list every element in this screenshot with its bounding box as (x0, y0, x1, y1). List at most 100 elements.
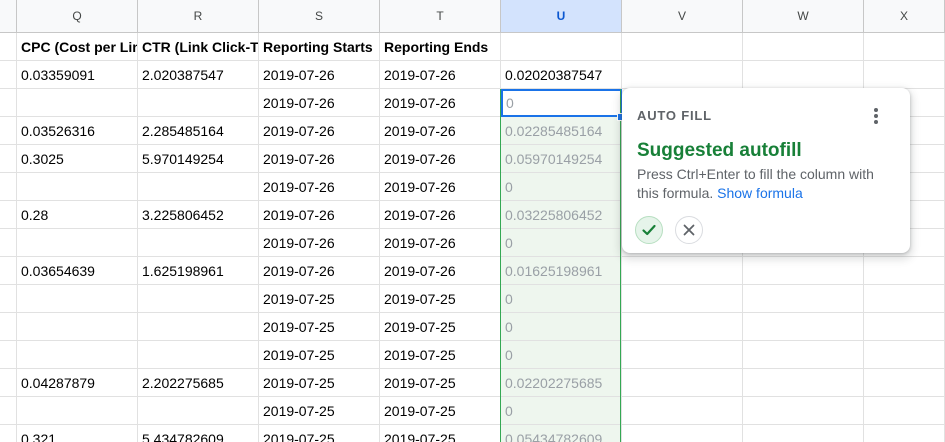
cell-r[interactable] (138, 397, 259, 425)
cell-u[interactable]: 0 (501, 313, 622, 341)
cell-x[interactable] (864, 341, 945, 369)
cell-t[interactable]: 2019-07-26 (380, 173, 501, 201)
row-stub[interactable] (0, 369, 17, 397)
cell-u-header[interactable] (501, 33, 622, 61)
cell-r[interactable] (138, 285, 259, 313)
row-stub[interactable] (0, 145, 17, 173)
cell-w[interactable] (743, 61, 864, 89)
cell-v[interactable] (622, 313, 743, 341)
cell-x[interactable] (864, 61, 945, 89)
cell-x[interactable] (864, 33, 945, 61)
cell-x[interactable] (864, 369, 945, 397)
cell-t[interactable]: 2019-07-26 (380, 61, 501, 89)
column-header-t[interactable]: T (380, 0, 501, 32)
cell-t[interactable]: 2019-07-26 (380, 257, 501, 285)
cell-u[interactable]: 0.05970149254 (501, 145, 622, 173)
cell-q[interactable]: 0.04287879 (17, 369, 138, 397)
cell-r[interactable]: 2.020387547 (138, 61, 259, 89)
cell-s[interactable]: 2019-07-25 (259, 285, 380, 313)
cell-s[interactable]: 2019-07-25 (259, 341, 380, 369)
cell-u[interactable]: 0.05434782609 (501, 425, 622, 442)
column-header-v[interactable]: V (622, 0, 743, 32)
cell-s[interactable]: 2019-07-25 (259, 313, 380, 341)
cell-q[interactable] (17, 397, 138, 425)
cell-u[interactable]: 0 (501, 285, 622, 313)
cell-u[interactable]: 0.03225806452 (501, 201, 622, 229)
cell-r[interactable] (138, 173, 259, 201)
cell-q-header[interactable]: CPC (Cost per Link Click) (17, 33, 138, 61)
row-stub[interactable] (0, 173, 17, 201)
cell-s[interactable]: 2019-07-25 (259, 369, 380, 397)
cell-x[interactable] (864, 397, 945, 425)
cell-v[interactable] (622, 397, 743, 425)
cell-q[interactable] (17, 229, 138, 257)
row-stub[interactable] (0, 285, 17, 313)
cell-w[interactable] (743, 397, 864, 425)
cell-u[interactable]: 0.02020387547 (501, 61, 622, 89)
cell-q[interactable]: 0.03359091 (17, 61, 138, 89)
cell-w[interactable] (743, 33, 864, 61)
cell-q[interactable] (17, 341, 138, 369)
cell-q[interactable] (17, 173, 138, 201)
cell-q[interactable]: 0.03654639 (17, 257, 138, 285)
column-header-x[interactable]: X (864, 0, 945, 32)
column-header-q[interactable]: Q (17, 0, 138, 32)
row-stub[interactable] (0, 257, 17, 285)
cell-s[interactable]: 2019-07-26 (259, 89, 380, 117)
cell-s[interactable]: 2019-07-25 (259, 397, 380, 425)
accept-autofill-button[interactable] (635, 216, 663, 244)
cell-t[interactable]: 2019-07-26 (380, 145, 501, 173)
cell-s[interactable]: 2019-07-26 (259, 173, 380, 201)
cell-s[interactable]: 2019-07-25 (259, 425, 380, 442)
cell-s[interactable]: 2019-07-26 (259, 201, 380, 229)
cell-u[interactable]: 0 (501, 173, 622, 201)
cell-q[interactable] (17, 89, 138, 117)
cell-t[interactable]: 2019-07-26 (380, 229, 501, 257)
row-stub[interactable] (0, 201, 17, 229)
cell-t[interactable]: 2019-07-25 (380, 313, 501, 341)
cell-v[interactable] (622, 33, 743, 61)
cell-u[interactable]: 0.02285485164 (501, 117, 622, 145)
column-header-u[interactable]: U (501, 0, 622, 32)
cell-t[interactable]: 2019-07-26 (380, 89, 501, 117)
row-stub[interactable] (0, 425, 17, 442)
active-cell-u[interactable]: 0 (501, 89, 622, 117)
cell-x[interactable] (864, 425, 945, 442)
row-stub[interactable] (0, 397, 17, 425)
cell-s[interactable]: 2019-07-26 (259, 117, 380, 145)
cell-t[interactable]: 2019-07-25 (380, 425, 501, 442)
cell-u[interactable]: 0 (501, 341, 622, 369)
cell-t[interactable]: 2019-07-26 (380, 201, 501, 229)
cell-s-header[interactable]: Reporting Starts (259, 33, 380, 61)
row-stub[interactable] (0, 61, 17, 89)
column-header-stub[interactable] (0, 0, 17, 32)
cell-q[interactable] (17, 285, 138, 313)
cell-r[interactable]: 5.970149254 (138, 145, 259, 173)
more-vert-icon[interactable] (868, 106, 884, 126)
cell-r-header[interactable]: CTR (Link Click-Through Rate) (138, 33, 259, 61)
cell-v[interactable] (622, 285, 743, 313)
column-header-w[interactable]: W (743, 0, 864, 32)
cell-u[interactable]: 0 (501, 229, 622, 257)
show-formula-link[interactable]: Show formula (717, 185, 803, 201)
cell-q[interactable]: 0.3025 (17, 145, 138, 173)
cell-v[interactable] (622, 341, 743, 369)
cell-v[interactable] (622, 425, 743, 442)
row-stub[interactable] (0, 341, 17, 369)
cell-q[interactable] (17, 313, 138, 341)
cell-x[interactable] (864, 257, 945, 285)
column-header-s[interactable]: S (259, 0, 380, 32)
cell-u[interactable]: 0.01625198961 (501, 257, 622, 285)
row-stub[interactable] (0, 89, 17, 117)
cell-r[interactable] (138, 229, 259, 257)
row-stub[interactable] (0, 229, 17, 257)
cell-t[interactable]: 2019-07-25 (380, 285, 501, 313)
cell-r[interactable]: 1.625198961 (138, 257, 259, 285)
cell-q[interactable]: 0.28 (17, 201, 138, 229)
cell-w[interactable] (743, 369, 864, 397)
cell-r[interactable] (138, 313, 259, 341)
cell-r[interactable]: 2.285485164 (138, 117, 259, 145)
cell-t[interactable]: 2019-07-25 (380, 341, 501, 369)
cell-w[interactable] (743, 425, 864, 442)
cell-x[interactable] (864, 313, 945, 341)
